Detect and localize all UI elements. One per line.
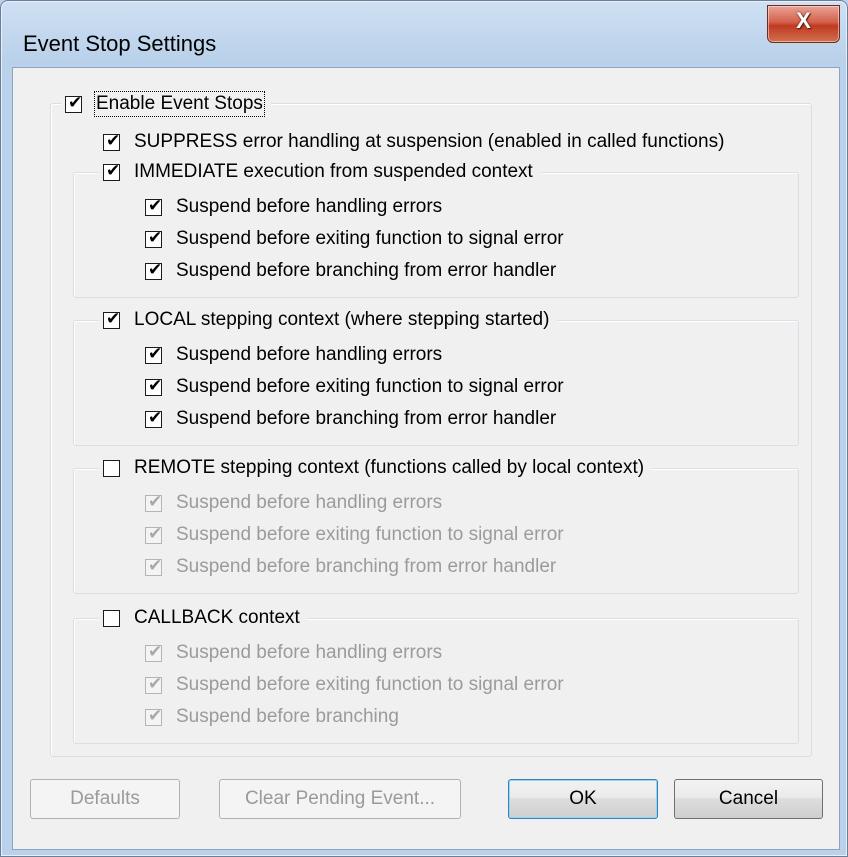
checkmark-icon: ✔ (148, 705, 163, 726)
window-title: Event Stop Settings (23, 31, 217, 56)
checkmark-icon: ✔ (148, 227, 163, 248)
callback-exiting-label: Suspend before exiting function to signa… (176, 674, 564, 695)
local-handling-checkbox[interactable]: ✔ (145, 343, 163, 364)
remote-checkbox[interactable] (103, 459, 120, 477)
local-exiting-checkbox[interactable]: ✔ (145, 375, 163, 396)
immediate-label: IMMEDIATE execution from suspended conte… (134, 161, 533, 182)
checkmark-icon: ✔ (106, 130, 121, 151)
remote-handling-label: Suspend before handling errors (176, 492, 443, 513)
immediate-item-exiting[interactable]: ✔ Suspend before exiting function to sig… (145, 226, 564, 252)
callback-checkbox[interactable] (103, 609, 120, 627)
checkmark-icon: ✔ (68, 92, 83, 113)
suppress-row[interactable]: ✔ SUPPRESS error handling at suspension … (103, 129, 724, 155)
checkmark-icon: ✔ (148, 523, 163, 544)
enable-event-stops-checkbox[interactable]: ✔ (65, 92, 83, 113)
immediate-item-handling[interactable]: ✔ Suspend before handling errors (145, 194, 442, 220)
remote-exiting-label: Suspend before exiting function to signa… (176, 524, 564, 545)
suppress-label: SUPPRESS error handling at suspension (e… (134, 131, 725, 152)
remote-handling-checkbox: ✔ (145, 491, 163, 512)
local-item-branching[interactable]: ✔ Suspend before branching from error ha… (145, 406, 556, 432)
local-checkbox[interactable]: ✔ (103, 308, 121, 329)
callback-label: CALLBACK context (134, 607, 300, 628)
local-item-handling[interactable]: ✔ Suspend before handling errors (145, 342, 442, 368)
callback-exiting-checkbox: ✔ (145, 673, 163, 694)
local-branching-label: Suspend before branching from error hand… (176, 408, 557, 429)
local-label: LOCAL stepping context (where stepping s… (134, 309, 550, 330)
checkmark-icon: ✔ (148, 641, 163, 662)
clear-pending-event-button[interactable]: Clear Pending Event... (219, 779, 461, 819)
close-icon: X (796, 8, 811, 33)
remote-branching-label: Suspend before branching from error hand… (176, 556, 557, 577)
remote-exiting-checkbox: ✔ (145, 523, 163, 544)
cancel-button[interactable]: Cancel (674, 779, 823, 819)
immediate-exiting-label: Suspend before exiting function to signa… (176, 228, 564, 249)
immediate-checkbox[interactable]: ✔ (103, 160, 121, 181)
immediate-legend: ✔ IMMEDIATE execution from suspended con… (99, 159, 541, 185)
immediate-handling-label: Suspend before handling errors (176, 196, 443, 217)
callback-branching-checkbox: ✔ (145, 705, 163, 726)
checkmark-icon: ✔ (148, 407, 163, 428)
remote-item-exiting: ✔ Suspend before exiting function to sig… (145, 522, 564, 548)
callback-handling-checkbox: ✔ (145, 641, 163, 662)
remote-branching-checkbox: ✔ (145, 555, 163, 576)
enable-event-stops-label: Enable Event Stops (94, 91, 265, 117)
local-item-exiting[interactable]: ✔ Suspend before exiting function to sig… (145, 374, 564, 400)
immediate-branching-checkbox[interactable]: ✔ (145, 259, 163, 280)
checkmark-icon: ✔ (148, 343, 163, 364)
local-branching-checkbox[interactable]: ✔ (145, 407, 163, 428)
checkmark-icon: ✔ (148, 375, 163, 396)
callback-legend: CALLBACK context (99, 605, 308, 631)
callback-handling-label: Suspend before handling errors (176, 642, 443, 663)
checkmark-icon: ✔ (148, 491, 163, 512)
checkmark-icon: ✔ (148, 673, 163, 694)
remote-item-branching: ✔ Suspend before branching from error ha… (145, 554, 556, 580)
checkmark-icon: ✔ (148, 195, 163, 216)
suppress-checkbox[interactable]: ✔ (103, 130, 121, 151)
callback-branching-label: Suspend before branching (176, 706, 399, 727)
local-exiting-label: Suspend before exiting function to signa… (176, 376, 564, 397)
checkmark-icon: ✔ (106, 308, 121, 329)
enable-event-stops-legend: ✔ Enable Event Stops (61, 91, 271, 117)
immediate-handling-checkbox[interactable]: ✔ (145, 195, 163, 216)
callback-item-exiting: ✔ Suspend before exiting function to sig… (145, 672, 564, 698)
dialog-window: Event Stop Settings X ✔ Enable Event Sto… (0, 0, 848, 857)
callback-item-handling: ✔ Suspend before handling errors (145, 640, 442, 666)
immediate-branching-label: Suspend before branching from error hand… (176, 260, 557, 281)
callback-item-branching: ✔ Suspend before branching (145, 704, 399, 730)
dialog-client-area: ✔ Enable Event Stops ✔ SUPPRESS error ha… (12, 67, 840, 850)
remote-item-handling: ✔ Suspend before handling errors (145, 490, 442, 516)
immediate-item-branching[interactable]: ✔ Suspend before branching from error ha… (145, 258, 556, 284)
local-handling-label: Suspend before handling errors (176, 344, 443, 365)
checkmark-icon: ✔ (148, 555, 163, 576)
close-button[interactable]: X (767, 5, 840, 43)
immediate-exiting-checkbox[interactable]: ✔ (145, 227, 163, 248)
remote-legend: REMOTE stepping context (functions calle… (99, 455, 653, 481)
defaults-button[interactable]: Defaults (30, 779, 180, 819)
local-legend: ✔ LOCAL stepping context (where stepping… (99, 307, 558, 333)
ok-button[interactable]: OK (508, 779, 658, 819)
checkmark-icon: ✔ (106, 160, 121, 181)
checkmark-icon: ✔ (148, 259, 163, 280)
remote-label: REMOTE stepping context (functions calle… (134, 457, 645, 478)
